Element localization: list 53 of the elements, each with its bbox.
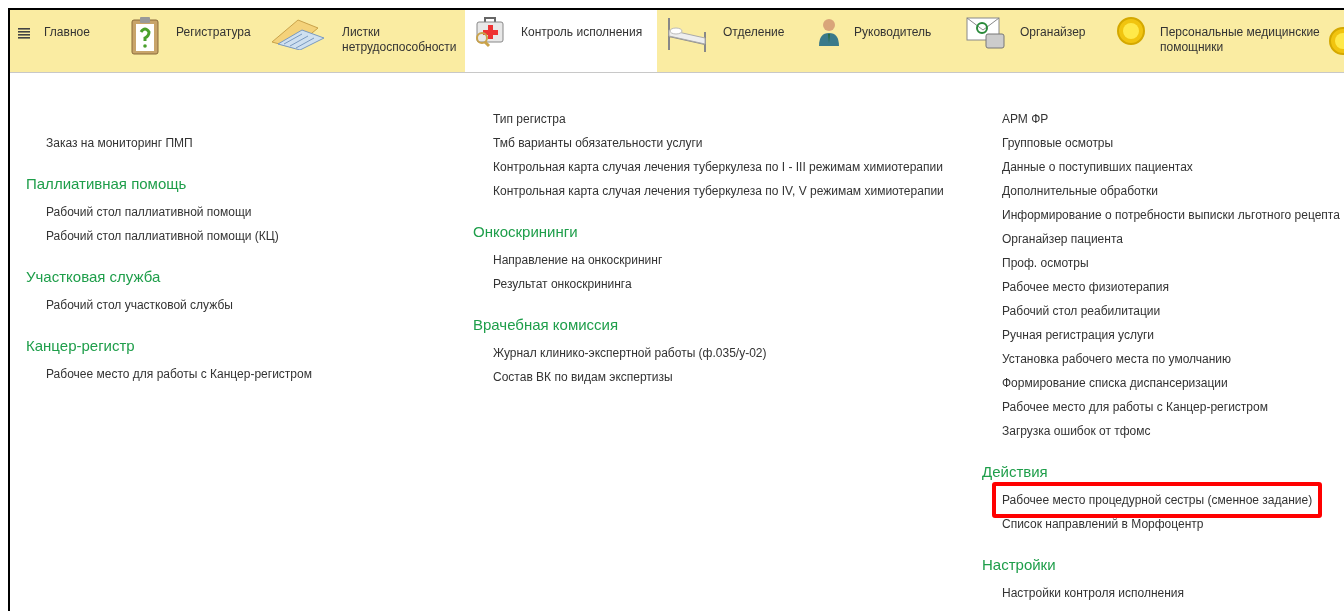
menu-link[interactable]: Журнал клинико-экспертной работы (ф.035/у-02) (493, 345, 767, 361)
clipboard-icon (128, 16, 162, 56)
menu-link[interactable]: Состав ВК по видам экспертизы (493, 369, 673, 385)
menu-link[interactable]: Органайзер пациента (1002, 231, 1123, 247)
section-heading: Действия (982, 462, 1049, 482)
menu-link[interactable]: Загрузка ошибок от тфомс (1002, 423, 1151, 439)
menu-link[interactable]: Рабочий стол участковой службы (46, 297, 233, 313)
menu-link[interactable]: Направление на онкоскрининг (493, 252, 663, 268)
menu-link[interactable]: Формирование списка диспансеризации (1002, 375, 1228, 391)
menu-link[interactable]: Контрольная карта случая лечения туберкулеза по I - III режимам химиотерапии (493, 159, 943, 175)
menu-link[interactable]: Список направлений в Морфоцентр (1002, 516, 1204, 532)
menu-link[interactable]: Рабочий стол реабилитации (1002, 303, 1161, 319)
menu-link[interactable]: Тмб варианты обязательности услуги (493, 135, 703, 151)
tab-label: Отделение (723, 25, 785, 40)
section-heading: Канцер-регистр (26, 336, 136, 356)
menu-link[interactable]: Установка рабочего места по умолчанию (1002, 351, 1232, 367)
tab-label: Главное (44, 25, 90, 40)
menu-link[interactable]: Рабочее место процедурной сестры (сменное задание) (1002, 492, 1313, 508)
menu-link[interactable]: Рабочее место физиотерапия (1002, 279, 1170, 295)
bed-icon (665, 16, 709, 54)
tab-label: Регистратура (176, 25, 251, 40)
menu-link[interactable]: Рабочий стол паллиативной помощи (КЦ) (46, 228, 279, 244)
medical-kit-icon (473, 16, 507, 48)
circle-icon (1116, 16, 1146, 46)
menu-link[interactable]: Рабочее место для работы с Канцер-регистром (1002, 399, 1268, 415)
tab-label: Органайзер (1020, 25, 1086, 40)
section-heading: Настройки (982, 555, 1057, 575)
menu-link[interactable]: Контрольная карта случая лечения туберкулеза по IV, V режимам химиотерапии (493, 183, 944, 199)
menu-link[interactable]: Групповые осмотры (1002, 135, 1114, 151)
menu-link[interactable]: Информирование о потребности выписки льготного рецепта (1002, 207, 1340, 223)
section-heading: Паллиативная помощь (26, 174, 188, 194)
tab-label: Контроль исполнения (521, 25, 643, 40)
menu-link[interactable]: АРМ ФР (1002, 111, 1049, 127)
tab-label: Листки нетрудоспособности (342, 25, 458, 55)
menu-link[interactable]: Дополнительные обработки (1002, 183, 1158, 199)
envelope-phone-icon (966, 16, 1006, 50)
menu-link[interactable]: Рабочий стол паллиативной помощи (46, 204, 252, 220)
menu-link[interactable]: Тип регистра (493, 111, 566, 127)
tab-label: Руководитель (854, 25, 932, 40)
menu-link[interactable]: Результат онкоскрининга (493, 276, 632, 292)
section-tab[interactable]: Контроль исполнения (465, 10, 657, 72)
section-heading: Врачебная комиссия (473, 315, 620, 335)
menu-link[interactable]: Проф. осмотры (1002, 255, 1089, 271)
menu-link[interactable]: Ручная регистрация услуги (1002, 327, 1154, 343)
tab-label: Персональные медицинские помощники (1160, 25, 1320, 55)
menu-link[interactable]: Настройки контроля исполнения (1002, 585, 1184, 601)
menu-link[interactable]: Заказ на мониторинг ПМП (46, 135, 193, 151)
section-heading: Участковая служба (26, 267, 162, 287)
menu-link[interactable]: Рабочее место для работы с Канцер-регистром (46, 366, 312, 382)
menu-link[interactable]: Данные о поступивших пациентах (1002, 159, 1193, 175)
menu-icon (18, 27, 30, 39)
person-icon (818, 16, 840, 46)
section-heading: Онкоскрининги (473, 222, 579, 242)
